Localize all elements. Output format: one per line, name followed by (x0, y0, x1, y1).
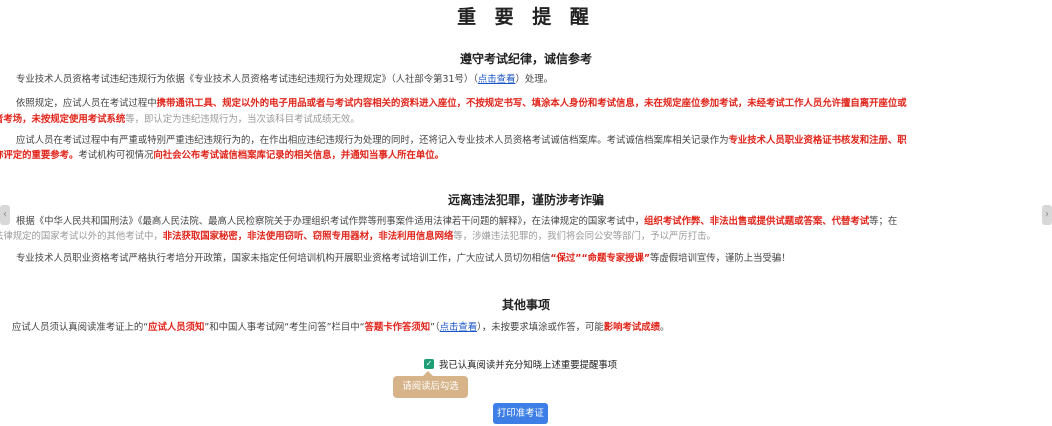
text: 专业技术人员职业资格考试严格执行考培分开政策，国家未指定任何培训机构开展职业资格… (16, 253, 551, 264)
emphasis-text: 携带通讯工具、规定以外的电子用品或者与考试内容相关的资料进入座位，不按规定书写、… (156, 98, 907, 109)
text: ），未按要求填涂或作答，可能 (477, 322, 604, 333)
read-before-check-tooltip: 请阅读后勾选 (393, 371, 468, 398)
text: 等；在 (869, 216, 898, 227)
text: 法律规定的国家考试以外的其他考试中， (0, 231, 163, 242)
text: 。 (659, 322, 670, 333)
emphasis-text: 组织考试作弊、非法出售或提供试题或答案、代替考试 (644, 216, 870, 227)
view-answer-sheet-link[interactable]: 点击查看 (440, 322, 478, 333)
emphasis-text: 向社会公布考试诚信档案库记录的相关信息，并通知当事人所在单位。 (153, 150, 445, 161)
discipline-paragraph-1: 专业技术人员资格考试违纪违规行为依据《专业技术人员资格考试违纪违规行为处理规定》… (0, 71, 1052, 88)
emphasis-text: 非法获取国家秘密，非法使用窃听、窃照专用器材，非法利用信息网络 (162, 231, 454, 242)
anti-fraud-paragraph-2: 专业技术人员职业资格考试严格执行考培分开政策，国家未指定任何培训机构开展职业资格… (0, 250, 1052, 267)
emphasis-text: 应试人员须知 (148, 322, 205, 333)
text: ”和中国人事考试网“考生问答”栏目中“ (204, 322, 365, 333)
discipline-paragraph-2-line-1: 依照规定，应试人员在考试过程中携带通讯工具、规定以外的电子用品或者与考试内容相关… (0, 95, 1052, 112)
text: 考试机构可视情况 (78, 150, 154, 161)
discipline-paragraph-3-line-2: 称评定的重要参考。考试机构可视情况向社会公布考试诚信档案库记录的相关信息，并通知… (0, 147, 1052, 164)
text: 等虚假培训宣传，谨防上当受骗！ (650, 253, 791, 264)
view-regulation-link[interactable]: 点击查看 (478, 74, 516, 85)
print-admission-ticket-button[interactable]: 打印准考证 (493, 403, 548, 424)
emphasis-text: 称评定的重要参考。 (0, 150, 79, 161)
emphasis-text: 影响考试成绩 (603, 322, 660, 333)
other-paragraph-1: 应试人员须认真阅读准考证上的“应试人员须知”和中国人事考试网“考生问答”栏目中“… (0, 319, 1052, 336)
text: 等，涉嫌违法犯罪的，我们将会同公安等部门，予以严厉打击。 (453, 231, 716, 242)
confirm-read-label[interactable]: 我已认真阅读并充分知晓上述重要提醒事项 (439, 357, 617, 371)
page-title: 重 要 提 醒 (457, 6, 595, 28)
emphasis-text: “保过”“命题专家授课” (550, 253, 651, 264)
text: 根据《中华人民共和国刑法》《最高人民法院、最高人民检察院关于办理组织考试作弊等刑… (16, 216, 645, 227)
confirm-read-checkbox[interactable]: ✓ (424, 359, 434, 369)
anti-fraud-paragraph-1-line-2: 法律规定的国家考试以外的其他考试中，非法获取国家秘密，非法使用窃听、窃照专用器材… (0, 228, 1052, 245)
text: 应试人员须认真阅读准考证上的“ (12, 322, 149, 333)
text: ）处理。 (515, 74, 553, 85)
section-heading-anti-fraud: 远离违法犯罪，谨防涉考诈骗 (447, 193, 604, 207)
text: 依照规定，应试人员在考试过程中 (16, 98, 157, 109)
text: 应试人员在考试过程中有严重或特别严重违纪违规行为的，在作出相应违纪违规行为处理的… (16, 135, 729, 146)
section-heading-discipline: 遵守考试纪律，诚信参考 (459, 52, 592, 66)
text: 等，即认定为违纪违规行为，当次该科目考试成绩无效。 (125, 114, 360, 125)
section-heading-other: 其他事项 (501, 298, 550, 312)
text: 专业技术人员资格考试违纪违规行为依据《专业技术人员资格考试违纪违规行为处理规定》… (16, 74, 478, 85)
emphasis-text: 答题卡作答须知 (364, 322, 431, 333)
emphasis-text: 者考场，未按规定使用考试系统 (0, 114, 126, 125)
emphasis-text: 专业技术人员职业资格证书核发和注册、职 (728, 135, 907, 146)
text: ”（ (430, 322, 440, 333)
confirm-read-row[interactable]: ✓ 我已认真阅读并充分知晓上述重要提醒事项 (424, 357, 617, 371)
check-icon: ✓ (425, 359, 433, 368)
discipline-paragraph-2-line-2: 者考场，未按规定使用考试系统等，即认定为违纪违规行为，当次该科目考试成绩无效。 (0, 111, 1052, 128)
